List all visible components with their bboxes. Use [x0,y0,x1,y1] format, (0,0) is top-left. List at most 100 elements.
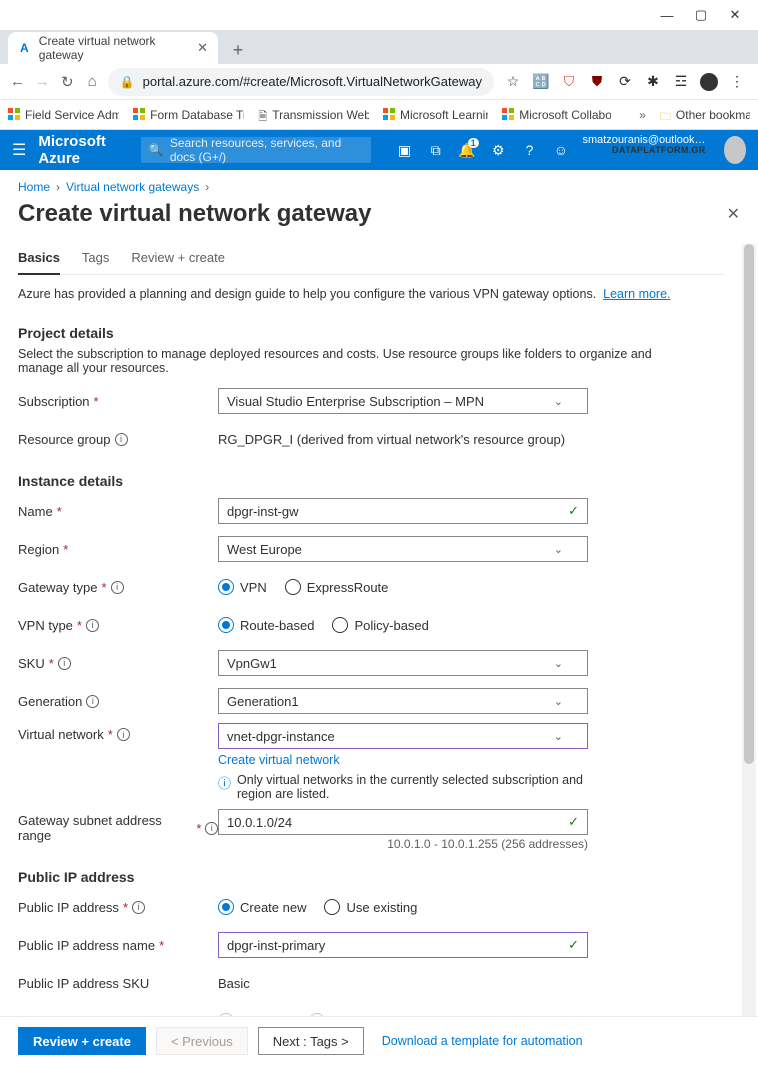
tab-tags[interactable]: Tags [82,244,109,274]
vnet-select[interactable]: vnet-dpgr-instance⌄ [218,723,588,749]
bookmark-item[interactable]: Microsoft Learning… [383,108,488,122]
account-avatar-icon[interactable] [724,136,746,164]
chevron-down-icon: ⌄ [554,657,563,670]
section-project-details: Project details [18,325,724,341]
chrome-menu-icon[interactable]: ⋮ [728,73,746,91]
translate-icon[interactable]: 🔠 [532,73,550,91]
settings-icon[interactable]: ⚙ [489,142,508,159]
tab-review[interactable]: Review + create [131,244,225,274]
section-public-ip: Public IP address [18,869,724,885]
hamburger-icon[interactable]: ☰ [12,140,26,160]
cloudshell-icon[interactable]: ▣ [395,142,414,159]
browser-tab[interactable]: A Create virtual network gateway ✕ [8,32,218,64]
extensions-row: ☆ 🔠 ⛉ ⛊ ⟳ ✱ ☲ ⋮ [500,73,750,91]
azure-brand[interactable]: Microsoft Azure [38,133,129,167]
radio-use-existing[interactable]: Use existing [324,899,417,915]
info-icon[interactable]: i [205,822,218,835]
nav-reload-button[interactable]: ↻ [58,70,77,94]
azure-search-input[interactable]: 🔍 Search resources, services, and docs (… [141,137,371,163]
review-create-button[interactable]: Review + create [18,1027,146,1055]
page-title: Create virtual network gateway [18,200,371,228]
label-resource-group: Resource group i [18,432,218,447]
bookmarks-overflow-icon[interactable]: » [639,108,646,122]
subnet-input[interactable]: 10.0.1.0/24 [218,809,588,835]
info-icon[interactable]: i [117,728,130,741]
blade-close-button[interactable]: ✕ [727,204,740,224]
lock-icon: 🔒 [120,75,135,89]
sync-icon[interactable]: ⟳ [616,73,634,91]
puzzle-icon[interactable]: ✱ [644,73,662,91]
info-icon[interactable]: i [132,901,145,914]
radio-expressroute[interactable]: ExpressRoute [285,579,389,595]
vertical-scrollbar[interactable] [742,244,756,1016]
radio-route-based[interactable]: Route-based [218,617,314,633]
window-minimize-button[interactable]: — [650,3,684,27]
chevron-down-icon: ⌄ [554,730,563,743]
label-pip-name: Public IP address name * [18,938,218,953]
window-close-button[interactable]: ✕ [718,3,752,27]
chevron-right-icon: › [56,180,60,194]
project-subtext: Select the subscription to manage deploy… [18,347,698,375]
new-tab-button[interactable]: + [224,36,252,64]
account-menu[interactable]: smatzouranis@outlook… DATAPLATFORM.GR [582,134,705,166]
search-icon: 🔍 [149,143,164,157]
vnet-note: ⓘOnly virtual networks in the currently … [218,773,588,801]
ublock-icon[interactable]: ⛊ [588,73,606,91]
ms-logo-icon [502,108,514,122]
address-text: portal.azure.com/#create/Microsoft.Virtu… [143,74,482,89]
download-template-link[interactable]: Download a template for automation [382,1034,583,1048]
address-bar[interactable]: 🔒 portal.azure.com/#create/Microsoft.Vir… [108,68,494,96]
generation-select[interactable]: Generation1⌄ [218,688,588,714]
search-placeholder: Search resources, services, and docs (G+… [170,136,363,164]
nav-forward-button[interactable]: → [33,70,52,94]
breadcrumb-vng[interactable]: Virtual network gateways [66,180,199,194]
window-maximize-button[interactable]: ▢ [684,3,718,27]
notifications-icon[interactable]: 🔔1 [457,142,476,159]
breadcrumb: Home › Virtual network gateways › [0,170,758,194]
profile-avatar-icon[interactable] [700,73,718,91]
blade-header: Create virtual network gateway ✕ [0,194,758,244]
info-icon[interactable]: i [86,695,99,708]
star-icon[interactable]: ☆ [504,73,522,91]
next-button[interactable]: Next : Tags > [258,1027,364,1055]
help-icon[interactable]: ? [520,142,539,158]
radio-policy-based[interactable]: Policy-based [332,617,428,633]
create-vnet-link[interactable]: Create virtual network [218,753,588,767]
bookmark-item[interactable]: Microsoft Collabora… [502,108,611,122]
label-virtual-network: Virtual network * i [18,723,218,742]
previous-button[interactable]: < Previous [156,1027,248,1055]
learn-more-link[interactable]: Learn more. [603,287,670,301]
info-icon[interactable]: i [115,433,128,446]
region-select[interactable]: West Europe⌄ [218,536,588,562]
label-sku: SKU * i [18,656,218,671]
scrollbar-thumb[interactable] [744,244,754,764]
radio-vpn[interactable]: VPN [218,579,267,595]
name-input[interactable]: dpgr-inst-gw [218,498,588,524]
label-region: Region * [18,542,218,557]
radio-create-new[interactable]: Create new [218,899,306,915]
wizard-footer: Review + create < Previous Next : Tags >… [0,1016,758,1065]
breadcrumb-home[interactable]: Home [18,180,50,194]
label-pip-sku: Public IP address SKU [18,976,218,991]
nav-back-button[interactable]: ← [8,70,27,94]
bookmark-item[interactable]: 🗎Transmission Web I… [258,108,369,122]
directories-icon[interactable]: ⧉ [426,142,445,159]
pip-name-input[interactable]: dpgr-inst-primary [218,932,588,958]
readinglist-icon[interactable]: ☲ [672,73,690,91]
bookmark-item[interactable]: Form Database Trai… [133,108,244,122]
info-icon[interactable]: i [58,657,71,670]
info-icon[interactable]: i [86,619,99,632]
shield-icon[interactable]: ⛉ [560,73,578,91]
browser-toolbar: ← → ↻ ⌂ 🔒 portal.azure.com/#create/Micro… [0,64,758,100]
window-titlebar: — ▢ ✕ [0,0,758,30]
nav-home-button[interactable]: ⌂ [83,70,102,94]
feedback-icon[interactable]: ☺ [551,142,570,158]
other-bookmarks-folder[interactable]: 🗀Other bookmarks [660,108,750,122]
sku-select[interactable]: VpnGw1⌄ [218,650,588,676]
subscription-select[interactable]: Visual Studio Enterprise Subscription – … [218,388,588,414]
tab-close-icon[interactable]: ✕ [197,40,208,56]
bookmark-item[interactable]: Field Service Admin… [8,108,119,122]
label-subnet-range: Gateway subnet address range * i [18,809,218,843]
info-icon[interactable]: i [111,581,124,594]
tab-basics[interactable]: Basics [18,244,60,275]
